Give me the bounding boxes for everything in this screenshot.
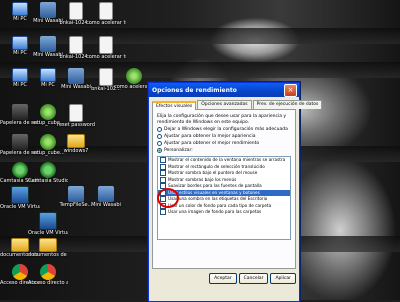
radio-best-performance[interactable]: Ajustar para obtener el mejor rendimient… (157, 140, 291, 147)
tab-data-execution-prevention[interactable]: Prev. de ejecución de datos (252, 100, 323, 109)
apply-button[interactable]: Aplicar (270, 273, 296, 284)
chrome-icon (40, 264, 56, 280)
document-icon (99, 2, 113, 20)
app-icon (68, 68, 84, 84)
desktop-icon-documentos[interactable]: documentos de texto (28, 238, 68, 258)
recycle-bin-icon (12, 104, 28, 120)
radio-icon (157, 134, 162, 139)
dialog-title: Opciones de rendimiento (152, 86, 237, 94)
dialog-buttons: Aceptar Cancelar Aplicar (149, 269, 299, 288)
desktop-icon-virtualbox[interactable]: Oracle VM VirtualBox (0, 186, 40, 210)
app-icon (68, 186, 84, 202)
tab-advanced-options[interactable]: Opciones avanzadas (197, 100, 252, 109)
radio-custom[interactable]: Personalizar: (157, 147, 291, 154)
setup-icon (40, 134, 56, 150)
folder-icon (11, 238, 29, 252)
checkbox-icon (160, 157, 166, 164)
tab-visual-effects[interactable]: Efectos visuales (152, 101, 197, 110)
highlight-annotation-circle (157, 188, 179, 208)
effect-checkbox[interactable]: Usar una imagen de fondo para las carpet… (158, 209, 290, 216)
app-icon (40, 36, 56, 52)
document-icon (69, 104, 83, 122)
desktop-icon-chrome[interactable]: Acceso directo a Google Ch... (28, 264, 68, 286)
checkbox-icon (160, 163, 166, 170)
radio-let-windows-choose[interactable]: Dejar a Windows elegir la configuración … (157, 126, 291, 133)
virtualbox-icon (11, 186, 29, 204)
panel-intro-text: Elija la configuración que desee usar pa… (157, 114, 287, 125)
computer-icon (12, 36, 28, 50)
checkbox-icon (160, 209, 166, 216)
computer-icon (12, 68, 28, 82)
recycle-bin-icon (12, 134, 28, 150)
desktop-icon-reset-password[interactable]: reset password (56, 104, 96, 128)
desktop-icon-mini-wasabi[interactable]: Mini Wasabi (86, 186, 126, 208)
checkbox-icon (160, 170, 166, 177)
camtasia-icon (12, 162, 28, 178)
app-icon (98, 186, 114, 202)
radio-selected-icon (157, 148, 162, 153)
desktop-icon-camtasia[interactable]: Camtasia Studio 3 (28, 162, 68, 184)
desktop-icon-windows7[interactable]: windows7 (56, 134, 96, 154)
setup-icon (40, 104, 56, 120)
computer-icon (40, 68, 56, 82)
camtasia-icon (40, 162, 56, 178)
virtualbox-icon (39, 212, 57, 230)
radio-best-appearance[interactable]: Ajustar para obtener la mejor apariencia (157, 133, 291, 140)
document-icon (126, 68, 142, 84)
folder-icon (39, 238, 57, 252)
chrome-icon (12, 264, 28, 280)
document-icon (69, 36, 83, 54)
close-icon[interactable]: × (284, 83, 297, 97)
cancel-button[interactable]: Cancelar (238, 273, 269, 284)
document-icon (99, 68, 113, 86)
checkbox-icon (160, 176, 166, 183)
app-icon (40, 2, 56, 18)
computer-icon (12, 2, 28, 16)
folder-icon (67, 134, 85, 148)
desktop-icon-como-acelerar[interactable]: como acelerar tu pc al maximo (86, 2, 126, 26)
dialog-titlebar[interactable]: Opciones de rendimiento × (149, 83, 299, 97)
radio-icon (157, 127, 162, 132)
accept-button[interactable]: Aceptar (209, 273, 237, 284)
radio-icon (157, 141, 162, 146)
document-icon (99, 36, 113, 54)
desktop-icon-como-acelerar[interactable]: como acelerar tu pc al maxi... (86, 36, 126, 60)
dialog-tabs: Efectos visuales Opciones avanzadas Prev… (149, 97, 323, 110)
desktop-icon-virtualbox[interactable]: Oracle VM VirtualBox (28, 212, 68, 236)
document-icon (69, 2, 83, 20)
